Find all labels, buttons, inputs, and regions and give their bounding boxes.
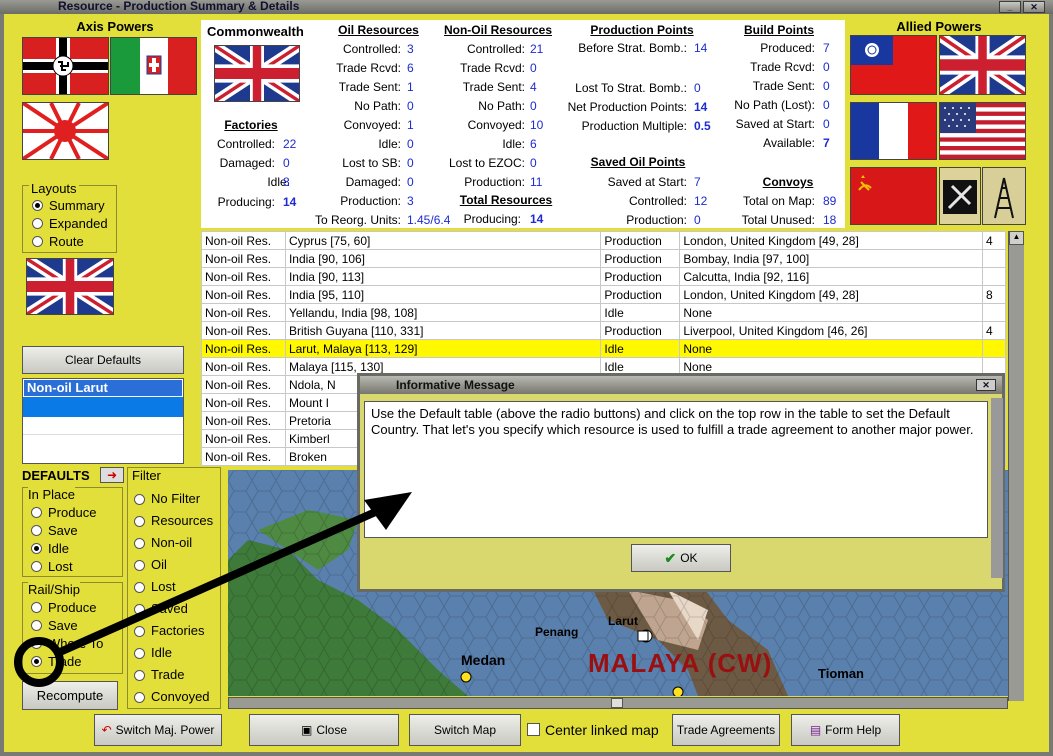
close-door-icon: ▣: [300, 723, 313, 737]
switch-map-button[interactable]: Switch Map: [409, 714, 521, 746]
center-linked-map-checkbox[interactable]: [527, 723, 540, 736]
button-label: Close: [316, 723, 348, 737]
help-book-icon: ▤: [809, 723, 822, 737]
form-help-button[interactable]: ▤ Form Help: [791, 714, 900, 746]
center-linked-map-label: Center linked map: [545, 722, 659, 738]
switch-arrow-icon: ↶: [101, 723, 112, 737]
switch-major-power-button[interactable]: ↶ Switch Maj. Power: [94, 714, 222, 746]
close-button[interactable]: ▣ Close: [249, 714, 399, 746]
annotation-overlay: [14, 492, 412, 687]
button-label: Switch Maj. Power: [115, 723, 215, 737]
trade-agreements-button[interactable]: Trade Agreements: [672, 714, 780, 746]
button-label: Form Help: [825, 723, 882, 737]
